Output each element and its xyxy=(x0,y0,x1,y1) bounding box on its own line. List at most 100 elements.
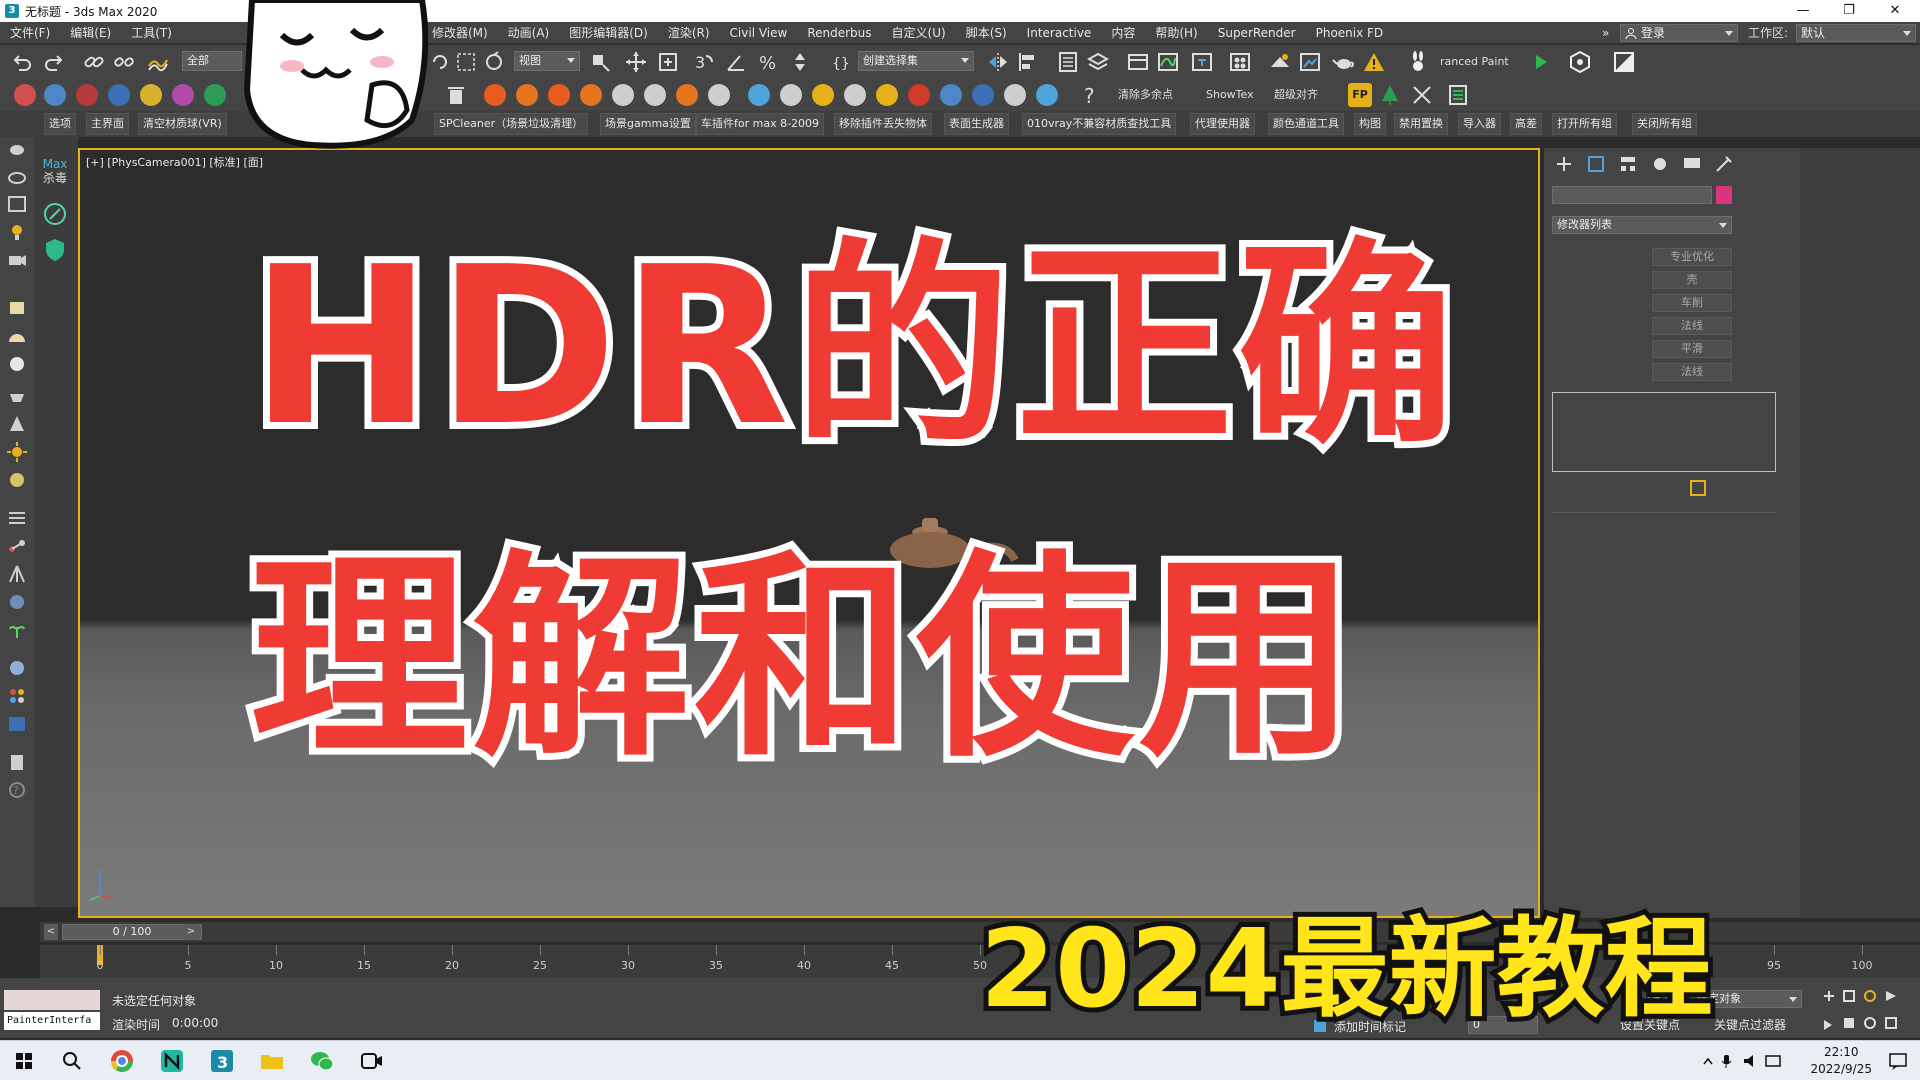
menu-tools[interactable]: 工具(T) xyxy=(121,22,182,44)
antivirus-scan-icon[interactable] xyxy=(42,201,68,227)
plugin-close-groups-button[interactable]: 关闭所有组 xyxy=(1632,113,1697,135)
menu-civil-view[interactable]: Civil View xyxy=(720,22,798,44)
grid-icon[interactable] xyxy=(6,507,28,529)
taskbar-clock[interactable]: 22:10 2022/9/25 xyxy=(1810,1044,1872,1078)
file-explorer-icon[interactable] xyxy=(258,1047,286,1075)
wave-icon[interactable] xyxy=(940,84,962,106)
sun-icon[interactable] xyxy=(6,441,28,463)
plugin-main-ui-button[interactable]: 主界面 xyxy=(86,113,129,135)
plugin-spcleaner-button[interactable]: SPCleaner（场景垃圾清理） xyxy=(434,113,589,135)
fire-effect-icon[interactable] xyxy=(548,84,570,106)
tools-button[interactable] xyxy=(1410,83,1434,107)
wind-effect-icon[interactable] xyxy=(644,84,666,106)
light-icon[interactable] xyxy=(6,221,28,243)
clear-points-button[interactable]: 清除多余点 xyxy=(1118,83,1173,107)
plugin-importer-button[interactable]: 导入器 xyxy=(1458,113,1501,135)
menu-rendering[interactable]: 渲染(R) xyxy=(658,22,720,44)
simulator-icon[interactable] xyxy=(1004,84,1026,106)
liquid-effect-icon[interactable] xyxy=(708,84,730,106)
menu-modifiers[interactable]: 修改器(M) xyxy=(422,22,498,44)
rendered-frame-window-button[interactable] xyxy=(1298,50,1322,74)
time-slider-prev-button[interactable]: < xyxy=(44,924,58,940)
windows-start-icon[interactable] xyxy=(10,1047,38,1075)
contrast-tool-button[interactable] xyxy=(1612,50,1636,74)
utilities-tab-icon[interactable] xyxy=(1712,154,1736,174)
delete-button[interactable] xyxy=(444,83,468,107)
select-move-button[interactable] xyxy=(624,50,648,74)
image-icon[interactable] xyxy=(6,193,28,215)
tank-icon[interactable] xyxy=(780,84,802,106)
display-tab-icon[interactable] xyxy=(1680,154,1704,174)
modifier-smooth-button[interactable]: 平滑 xyxy=(1652,340,1732,358)
dome-icon[interactable] xyxy=(6,325,28,347)
navigation-controls[interactable] xyxy=(1820,988,1910,1034)
plugin-car-button[interactable]: 车插件for max 8-2009 xyxy=(696,113,825,135)
plugin-disable-displace-button[interactable]: 禁用置换 xyxy=(1394,113,1448,135)
menu-help[interactable]: 帮助(H) xyxy=(1145,22,1207,44)
render-setup-button[interactable] xyxy=(1268,50,1292,74)
modifier-normal-button[interactable]: 法线 xyxy=(1652,317,1732,335)
modifier-optimize-button[interactable]: 专业优化 xyxy=(1652,248,1732,266)
link-button[interactable] xyxy=(82,50,106,74)
spinner-snap-button[interactable] xyxy=(788,50,812,74)
curve-editor-button[interactable] xyxy=(1156,50,1180,74)
plugin-incompatible-material-button[interactable]: 010vray不兼容材质查找工具 xyxy=(1022,113,1177,135)
showtex-button[interactable]: ShowTex xyxy=(1206,83,1254,107)
sea-icon[interactable] xyxy=(1036,84,1058,106)
cloud-icon[interactable] xyxy=(6,165,28,187)
cone-icon[interactable] xyxy=(6,413,28,435)
play-script-button[interactable] xyxy=(1528,50,1552,74)
bind-spacewarp-button[interactable] xyxy=(146,50,170,74)
menu-superrender[interactable]: SuperRender xyxy=(1208,22,1306,44)
vray-cube-icon[interactable] xyxy=(14,84,36,106)
app-n-icon[interactable] xyxy=(158,1047,186,1075)
plugin-height-diff-button[interactable]: 高差 xyxy=(1510,113,1542,135)
schematic-view-button[interactable] xyxy=(1190,50,1214,74)
fire-effect-icon[interactable] xyxy=(516,84,538,106)
fire-effect-icon[interactable] xyxy=(580,84,602,106)
menu-file[interactable]: 文件(F) xyxy=(0,22,60,44)
menu-overflow-button[interactable]: » xyxy=(1592,22,1619,44)
plugin-color-channel-button[interactable]: 颜色通道工具 xyxy=(1268,113,1344,135)
menu-scripting[interactable]: 脚本(S) xyxy=(956,22,1017,44)
edit-named-selection-button[interactable]: {} xyxy=(828,50,852,74)
painter-interface-label[interactable]: PainterInterfa xyxy=(4,1012,100,1030)
cup-icon[interactable] xyxy=(844,84,866,106)
undo-button[interactable] xyxy=(10,50,34,74)
tripod-icon[interactable] xyxy=(6,563,28,585)
fire-effect-icon[interactable] xyxy=(484,84,506,106)
object-color-swatch[interactable] xyxy=(1716,186,1732,204)
key-filters-button[interactable]: 关键点过滤器 xyxy=(1714,1016,1786,1033)
menu-renderbus[interactable]: Renderbus xyxy=(797,22,881,44)
modifier-stack[interactable] xyxy=(1552,392,1776,472)
flame-effect-icon[interactable] xyxy=(676,84,698,106)
maxscript-listener-box[interactable] xyxy=(4,990,100,1010)
dumbbell-icon[interactable] xyxy=(6,535,28,557)
render-production-button[interactable] xyxy=(1332,50,1356,74)
forest-pack-button[interactable]: FP xyxy=(1348,83,1372,107)
viewport-label[interactable]: [+] [PhysCamera001] [标准] [面] xyxy=(86,154,263,170)
vray-fur-icon[interactable] xyxy=(108,84,130,106)
render-icon[interactable] xyxy=(6,713,28,735)
system-tray-icons[interactable] xyxy=(1700,1053,1810,1069)
vray-sphere-icon[interactable] xyxy=(172,84,194,106)
vray-light-icon[interactable] xyxy=(140,84,162,106)
select-rotate-button[interactable] xyxy=(482,50,506,74)
max-antivirus-badge[interactable]: Max 杀毒 xyxy=(38,157,72,185)
vray-plane-icon[interactable] xyxy=(204,84,226,106)
shield-icon[interactable] xyxy=(42,237,68,263)
plugin-scene-gamma-button[interactable]: 场景gamma设置 xyxy=(600,113,696,135)
screen-recorder-icon[interactable] xyxy=(358,1047,386,1075)
vray-proxy-icon[interactable] xyxy=(44,84,66,106)
help-button[interactable]: ? xyxy=(1078,83,1102,108)
plugin-clear-material-button[interactable]: 清空材质球(VR) xyxy=(138,113,227,135)
box-icon[interactable] xyxy=(6,297,28,319)
motion-tab-icon[interactable] xyxy=(1648,154,1672,174)
smoke-effect-icon[interactable] xyxy=(612,84,634,106)
region-select-button[interactable] xyxy=(454,50,478,74)
modifier-list-dropdown[interactable]: 修改器列表 xyxy=(1552,216,1732,234)
login-dropdown[interactable]: 登录 xyxy=(1620,24,1738,42)
placement-button[interactable] xyxy=(656,50,680,74)
vray-sun-icon[interactable] xyxy=(76,84,98,106)
scene-explorer-button[interactable] xyxy=(1056,50,1080,74)
